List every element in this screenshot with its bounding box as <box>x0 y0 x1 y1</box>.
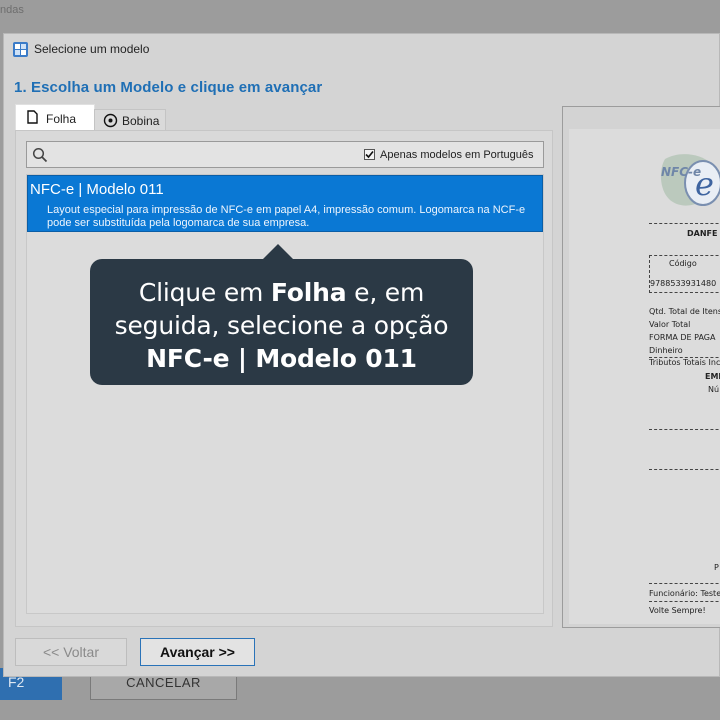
tutorial-callout: Clique em Folha e, em seguida, selecione… <box>90 259 473 385</box>
preview-payment-line: FORMA DE PAGA <box>649 333 716 342</box>
preview-thanks-line: Volte Sempre! <box>649 606 706 615</box>
preview-p-line: P <box>714 563 719 572</box>
step-title: 1. Escolha um Modelo e clique em avançar <box>14 79 323 96</box>
dialog-titlebar: Selecione um modelo <box>4 34 719 64</box>
preview-number-line: Nú <box>708 385 720 394</box>
search-icon <box>32 147 48 163</box>
page-icon <box>27 110 38 124</box>
nfce-logo-icon: e <box>660 154 720 206</box>
callout-line1-pre: Clique em <box>138 278 271 307</box>
preview-divider <box>649 429 720 430</box>
checkmark-icon <box>365 150 374 159</box>
callout-line3-bold: NFC-e | Modelo 011 <box>146 344 417 373</box>
dialog-title: Selecione um modelo <box>34 42 150 56</box>
tab-folha[interactable]: Folha <box>15 104 95 131</box>
callout-line2: seguida, selecione a opção <box>114 311 449 340</box>
portuguese-only-label: Apenas modelos em Português <box>380 149 534 161</box>
preview-code-header: Código <box>669 259 697 268</box>
preview-divider <box>649 469 720 470</box>
list-item-nfce-modelo-011[interactable]: NFC-e | Modelo 011 Layout especial para … <box>27 175 543 232</box>
preview-taxes-line: Tributos Totais Inc <box>649 358 720 367</box>
callout-pointer <box>262 244 294 260</box>
preview-header: DANFE N <box>687 229 720 238</box>
back-button[interactable]: << Voltar <box>15 638 127 666</box>
next-button[interactable]: Avançar >> <box>140 638 255 666</box>
preview-paper: e NFC-e DANFE N Código 9788533931480 Qtd… <box>569 129 720 624</box>
tab-folha-label: Folha <box>46 112 77 126</box>
preview-cash-line: Dinheiro <box>649 346 683 355</box>
app-icon <box>13 42 28 57</box>
model-preview: e NFC-e DANFE N Código 9788533931480 Qtd… <box>562 106 720 628</box>
background-menu-text: ndas <box>0 4 24 16</box>
tab-bobina[interactable]: Bobina <box>94 109 166 131</box>
search-input[interactable] <box>53 144 353 164</box>
preview-code-value: 9788533931480 <box>650 279 717 288</box>
preview-divider <box>649 223 720 224</box>
portuguese-only-checkbox[interactable] <box>364 149 375 160</box>
model-title: NFC-e | Modelo 011 <box>30 181 164 198</box>
callout-line1-bold: Folha <box>270 278 347 307</box>
models-list: NFC-e | Modelo 011 Layout especial para … <box>26 174 544 614</box>
callout-line1-post: e, em <box>346 278 425 307</box>
model-description: Layout especial para impressão de NFC-e … <box>47 204 526 229</box>
callout-text: Clique em Folha e, em seguida, selecione… <box>90 276 473 375</box>
preview-divider <box>649 601 720 602</box>
preview-divider <box>649 583 720 584</box>
preview-total-line: Valor Total <box>649 320 691 329</box>
roll-icon <box>103 113 118 128</box>
search-bar: Apenas modelos em Português <box>26 141 544 168</box>
preview-logo-text: NFC-e <box>661 165 702 179</box>
preview-employee-line: Funcionário: Teste <box>649 589 720 598</box>
preview-emit-line: EMI <box>705 372 720 381</box>
preview-qty-line: Qtd. Total de Itens <box>649 307 720 316</box>
tab-bobina-label: Bobina <box>122 114 160 128</box>
